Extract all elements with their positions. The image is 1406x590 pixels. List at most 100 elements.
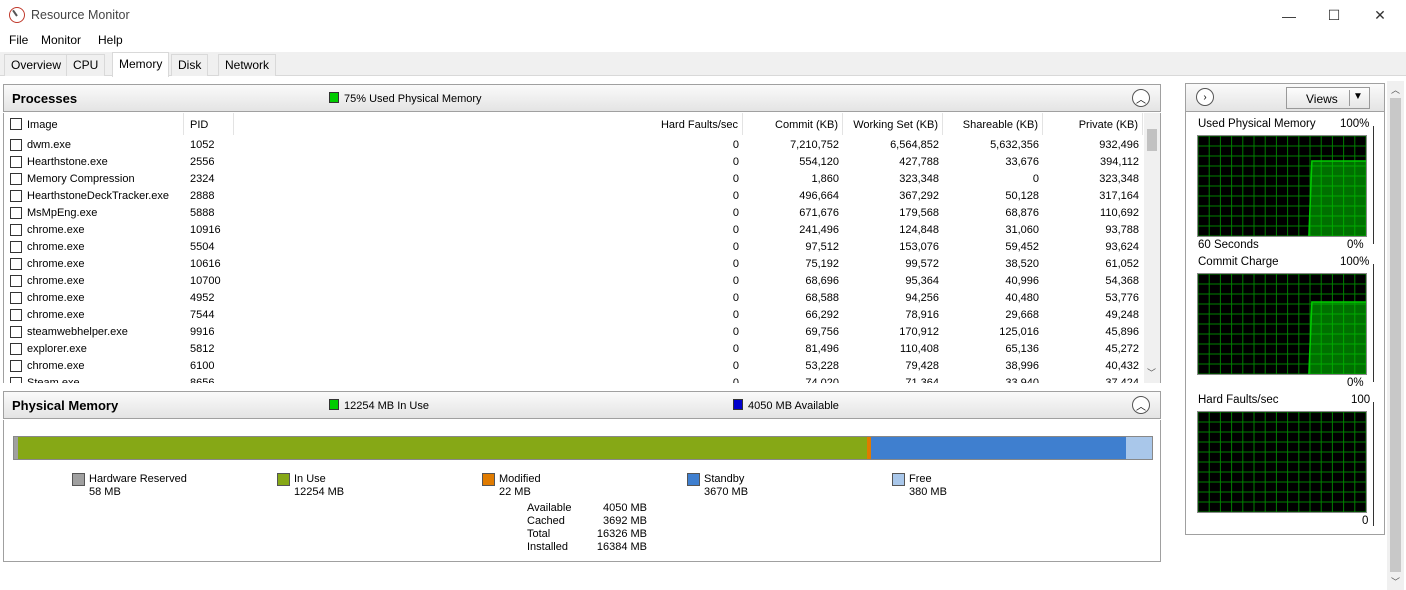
row-checkbox[interactable] xyxy=(10,343,22,355)
scroll-up-arrow-icon[interactable]: ︿ xyxy=(1391,83,1400,96)
in-use-status-text: 12254 MB In Use xyxy=(344,400,429,412)
window-scroll-thumb[interactable] xyxy=(1390,98,1401,572)
cell-hard-faults: 0 xyxy=(732,139,739,151)
cell-image: explorer.exe xyxy=(27,343,87,355)
select-all-checkbox[interactable] xyxy=(10,118,22,130)
graph-max-commit-charge: 100% xyxy=(1340,256,1370,268)
column-header-commit[interactable]: Commit (KB) xyxy=(743,113,843,135)
physical-memory-header[interactable]: Physical Memory 12254 MB In Use 4050 MB … xyxy=(3,391,1161,419)
cell-working-set: 367,292 xyxy=(899,190,939,202)
scroll-down-arrow-icon[interactable]: ﹀ xyxy=(1147,366,1156,379)
table-row[interactable]: steamwebhelper.exe 9916 0 69,756 170,912 125,… xyxy=(4,324,1144,341)
row-checkbox[interactable] xyxy=(10,139,22,151)
menu-file[interactable]: File xyxy=(9,33,28,47)
processes-collapse-icon[interactable]: ︿ xyxy=(1132,89,1150,107)
column-header-pid[interactable]: PID xyxy=(184,113,234,135)
table-row[interactable]: Memory Compression 2324 0 1,860 323,348 0 323,… xyxy=(4,171,1144,188)
in-use-status: 12254 MB In Use xyxy=(329,399,429,412)
table-row[interactable]: explorer.exe 5812 0 81,496 110,408 65,136 45,2… xyxy=(4,341,1144,358)
cell-commit: 7,210,752 xyxy=(790,139,839,151)
cell-hard-faults: 0 xyxy=(732,190,739,202)
table-row[interactable]: dwm.exe 1052 0 7,210,752 6,564,852 5,632,356 9… xyxy=(4,137,1144,154)
processes-scrollbar[interactable]: ﹀ xyxy=(1144,113,1160,383)
memory-usage-bar xyxy=(13,436,1153,460)
row-checkbox[interactable] xyxy=(10,326,22,338)
column-header-shareable[interactable]: Shareable (KB) xyxy=(943,113,1043,135)
column-header-image[interactable]: Image xyxy=(4,113,184,135)
available-status-text: 4050 MB Available xyxy=(748,400,839,412)
chevron-right-icon[interactable]: › xyxy=(1196,88,1214,106)
title-bar: Resource Monitor — ☐ ✕ xyxy=(0,0,1406,31)
tab-overview[interactable]: Overview xyxy=(4,54,69,76)
table-row[interactable]: MsMpEng.exe 5888 0 671,676 179,568 68,876 110,… xyxy=(4,205,1144,222)
graph-scale xyxy=(1370,126,1374,244)
cell-image: Memory Compression xyxy=(27,173,135,185)
resource-monitor-icon xyxy=(9,7,25,23)
row-checkbox[interactable] xyxy=(10,292,22,304)
row-checkbox[interactable] xyxy=(10,173,22,185)
tab-disk[interactable]: Disk xyxy=(171,54,209,76)
summary-value: 16384 MB xyxy=(596,541,647,553)
table-row[interactable]: chrome.exe 7544 0 66,292 78,916 29,668 49,248 xyxy=(4,307,1144,324)
cell-shareable: 0 xyxy=(1032,173,1039,185)
row-checkbox[interactable] xyxy=(10,258,22,270)
row-checkbox[interactable] xyxy=(10,156,22,168)
minimize-button[interactable]: — xyxy=(1266,0,1312,31)
table-row[interactable]: chrome.exe 10700 0 68,696 95,364 40,996 54,368 xyxy=(4,273,1144,290)
legend-value: 12254 MB xyxy=(294,486,345,498)
scroll-down-arrow-icon[interactable]: ﹀ xyxy=(1391,575,1400,588)
table-row[interactable]: HearthstoneDeckTracker.exe 2888 0 496,664 36… xyxy=(4,188,1144,205)
cell-shareable: 65,136 xyxy=(1005,343,1039,355)
table-row[interactable]: chrome.exe 4952 0 68,588 94,256 40,480 53,776 xyxy=(4,290,1144,307)
cell-private: 37,424 xyxy=(1105,377,1139,383)
window-scrollbar[interactable]: ︿ ﹀ xyxy=(1387,81,1404,590)
maximize-button[interactable]: ☐ xyxy=(1311,0,1357,31)
table-row[interactable]: Hearthstone.exe 2556 0 554,120 427,788 33,676… xyxy=(4,154,1144,171)
row-checkbox[interactable] xyxy=(10,207,22,219)
row-checkbox[interactable] xyxy=(10,241,22,253)
chevron-down-icon[interactable]: ▼ xyxy=(1353,91,1363,102)
legend-swatch xyxy=(482,473,495,486)
menu-help[interactable]: Help xyxy=(98,33,123,47)
cell-working-set: 95,364 xyxy=(905,275,939,287)
views-button[interactable]: Views ▼ xyxy=(1286,87,1370,109)
cell-hard-faults: 0 xyxy=(732,360,739,372)
row-checkbox[interactable] xyxy=(10,309,22,321)
tab-cpu[interactable]: CPU xyxy=(66,54,106,76)
physical-memory-collapse-icon[interactable]: ︿ xyxy=(1132,396,1150,414)
row-checkbox[interactable] xyxy=(10,190,22,202)
cell-pid: 5504 xyxy=(190,241,215,253)
row-checkbox[interactable] xyxy=(10,377,22,383)
cell-hard-faults: 0 xyxy=(732,275,739,287)
summary-label: Installed xyxy=(527,541,568,553)
cell-commit: 53,228 xyxy=(805,360,839,372)
column-header-working-set[interactable]: Working Set (KB) xyxy=(843,113,943,135)
row-checkbox[interactable] xyxy=(10,360,22,372)
row-checkbox[interactable] xyxy=(10,224,22,236)
legend-swatch xyxy=(277,473,290,486)
cell-private: 45,272 xyxy=(1105,343,1139,355)
close-button[interactable]: ✕ xyxy=(1357,0,1403,31)
menu-monitor[interactable]: Monitor xyxy=(41,33,81,47)
used-memory-graph xyxy=(1197,135,1367,237)
table-row[interactable]: Steam.exe 8656 0 74,020 71,364 33,940 37,424 xyxy=(4,375,1144,383)
graph-scale xyxy=(1370,264,1374,382)
cell-shareable: 33,676 xyxy=(1005,156,1039,168)
graph-min-used-memory: 0% xyxy=(1347,239,1364,251)
table-row[interactable]: chrome.exe 10616 0 75,192 99,572 38,520 61,052 xyxy=(4,256,1144,273)
commit-charge-graph xyxy=(1197,273,1367,375)
table-row[interactable]: chrome.exe 10916 0 241,496 124,848 31,060 93,7… xyxy=(4,222,1144,239)
table-row[interactable]: chrome.exe 5504 0 97,512 153,076 59,452 93,624 xyxy=(4,239,1144,256)
processes-header[interactable]: Processes 75% Used Physical Memory ︿ xyxy=(3,84,1161,112)
summary-label: Available xyxy=(527,502,572,514)
cell-commit: 496,664 xyxy=(799,190,839,202)
column-header-hard-faults[interactable]: Hard Faults/sec xyxy=(234,113,743,135)
cell-shareable: 59,452 xyxy=(1005,241,1039,253)
column-header-private[interactable]: Private (KB) xyxy=(1043,113,1143,135)
tab-network[interactable]: Network xyxy=(218,54,277,76)
tab-memory[interactable]: Memory xyxy=(112,52,170,77)
row-checkbox[interactable] xyxy=(10,275,22,287)
table-row[interactable]: chrome.exe 6100 0 53,228 79,428 38,996 40,432 xyxy=(4,358,1144,375)
legend-value: 3670 MB xyxy=(704,486,749,498)
processes-scroll-thumb[interactable] xyxy=(1147,129,1157,151)
